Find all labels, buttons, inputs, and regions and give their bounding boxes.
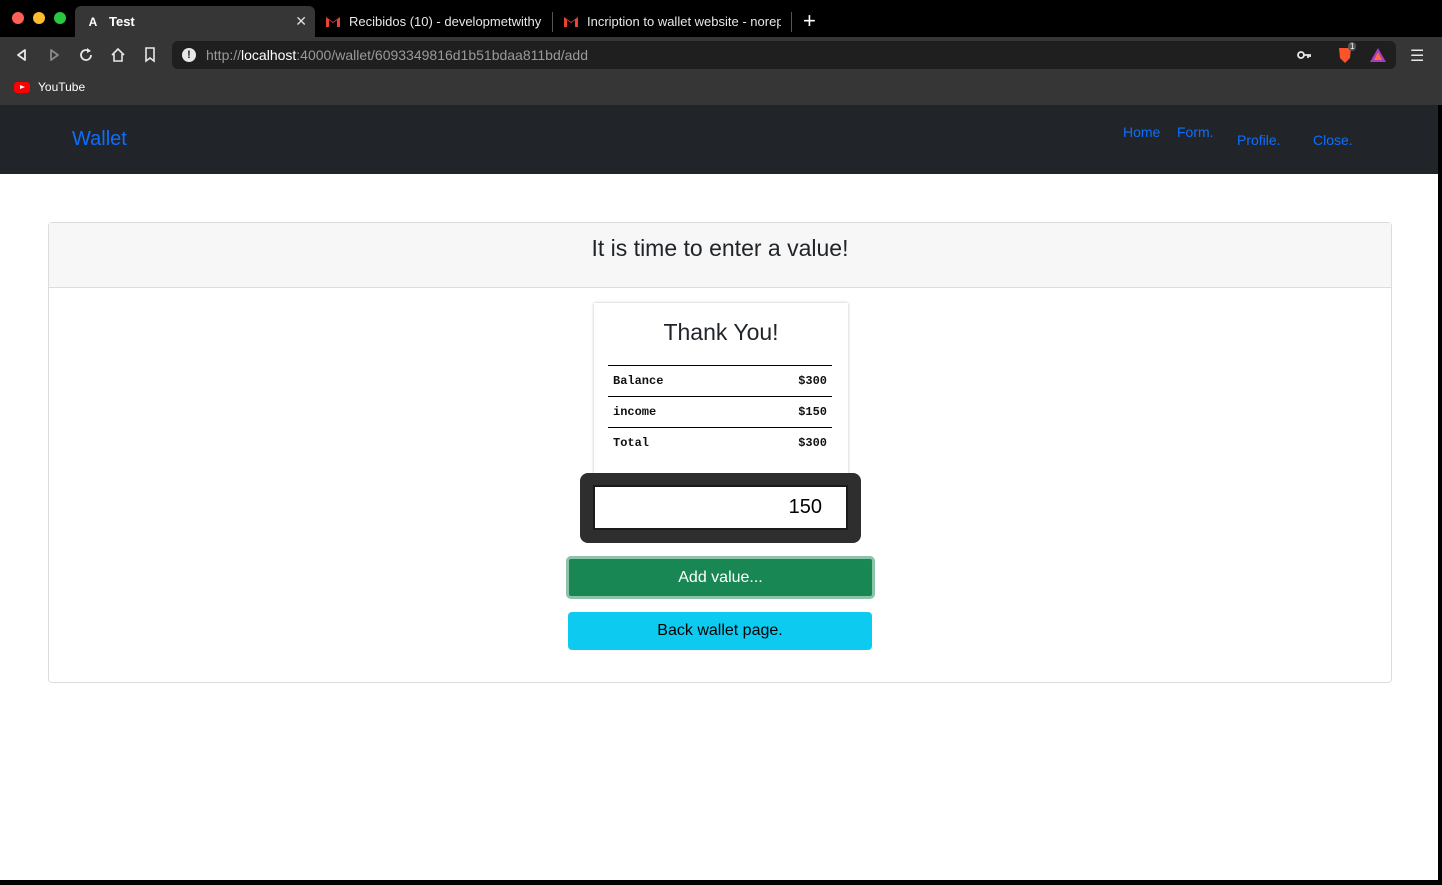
page-content: Wallet Home Form. Profile. Close. It is … (0, 105, 1438, 880)
tab-title: Recibidos (10) - developmetwithyue (349, 14, 542, 29)
value-input[interactable] (593, 485, 848, 530)
reload-icon[interactable] (74, 43, 98, 67)
navbar-brand[interactable]: Wallet (72, 128, 127, 151)
tab-gmail-inbox[interactable]: Recibidos (10) - developmetwithyue (315, 6, 552, 37)
row-amount: $300 (744, 365, 832, 397)
browser-window: A Test ✕ Recibidos (10) - developmetwith… (0, 0, 1442, 885)
row-label: income (608, 396, 745, 428)
brave-shields-icon[interactable]: 1 (1336, 42, 1357, 64)
bookmarks-bar: YouTube (0, 73, 1442, 105)
row-label: Total (608, 427, 745, 459)
gmail-icon (325, 14, 341, 30)
table-row: Balance $300 (608, 365, 832, 397)
tab-title: Test (109, 14, 135, 29)
home-icon[interactable] (106, 43, 130, 67)
back-icon[interactable] (10, 43, 34, 67)
site-info-icon[interactable]: ! (182, 48, 196, 62)
table-row: income $150 (608, 396, 832, 428)
row-label: Balance (608, 365, 745, 397)
receipt-title: Thank You! (663, 319, 779, 345)
window-edge (1438, 105, 1442, 885)
brave-rewards-icon[interactable] (1369, 46, 1387, 64)
gmail-icon (563, 14, 579, 30)
card-header: It is time to enter a value! (49, 223, 1391, 288)
table-row: Total $300 (608, 427, 832, 459)
forward-icon[interactable] (42, 43, 66, 67)
minimize-window-button[interactable] (33, 12, 45, 24)
add-value-button[interactable]: Add value... (566, 556, 875, 599)
row-amount: $300 (744, 427, 832, 459)
key-icon[interactable] (1296, 47, 1312, 68)
card-title: It is time to enter a value! (591, 235, 849, 261)
angular-icon: A (88, 14, 98, 29)
nav-home[interactable]: Home (1123, 124, 1160, 140)
back-wallet-button[interactable]: Back wallet page. (568, 612, 872, 650)
tab-title: Incription to wallet website - norepl (587, 14, 781, 29)
navbar: Wallet Home Form. Profile. Close. (0, 105, 1438, 174)
url-text: http://localhost:4000/wallet/6093349816d… (206, 47, 588, 63)
bookmark-label: YouTube (38, 80, 86, 94)
nav-close[interactable]: Close. (1313, 132, 1353, 148)
tab-separator (791, 12, 792, 32)
address-bar[interactable]: ! http://localhost:4000/wallet/609334981… (172, 41, 1396, 69)
tab-gmail-inscription[interactable]: Incription to wallet website - norepl (553, 6, 791, 37)
menu-icon[interactable]: ☰ (1410, 46, 1424, 66)
nav-form[interactable]: Form. (1177, 124, 1214, 140)
nav-profile[interactable]: Profile. (1237, 132, 1281, 148)
youtube-icon (14, 81, 30, 93)
tab-test[interactable]: A Test ✕ (75, 6, 315, 37)
value-card: It is time to enter a value! Thank You! … (48, 222, 1392, 683)
receipt-table: Balance $300 income $150 Total $300 (608, 365, 832, 459)
value-display-frame (580, 473, 861, 543)
close-tab-icon[interactable]: ✕ (295, 13, 307, 30)
new-tab-button[interactable]: + (803, 8, 816, 34)
receipt: Thank You! Balance $300 income $150 Tota… (594, 303, 848, 478)
bookmark-youtube[interactable]: YouTube (14, 80, 85, 94)
close-window-button[interactable] (12, 12, 24, 24)
maximize-window-button[interactable] (54, 12, 66, 24)
browser-toolbar: ! http://localhost:4000/wallet/609334981… (0, 37, 1442, 73)
bookmark-icon[interactable] (138, 43, 162, 67)
tab-strip: A Test ✕ Recibidos (10) - developmetwith… (0, 0, 1442, 37)
window-edge (0, 880, 1442, 885)
row-amount: $150 (744, 396, 832, 428)
